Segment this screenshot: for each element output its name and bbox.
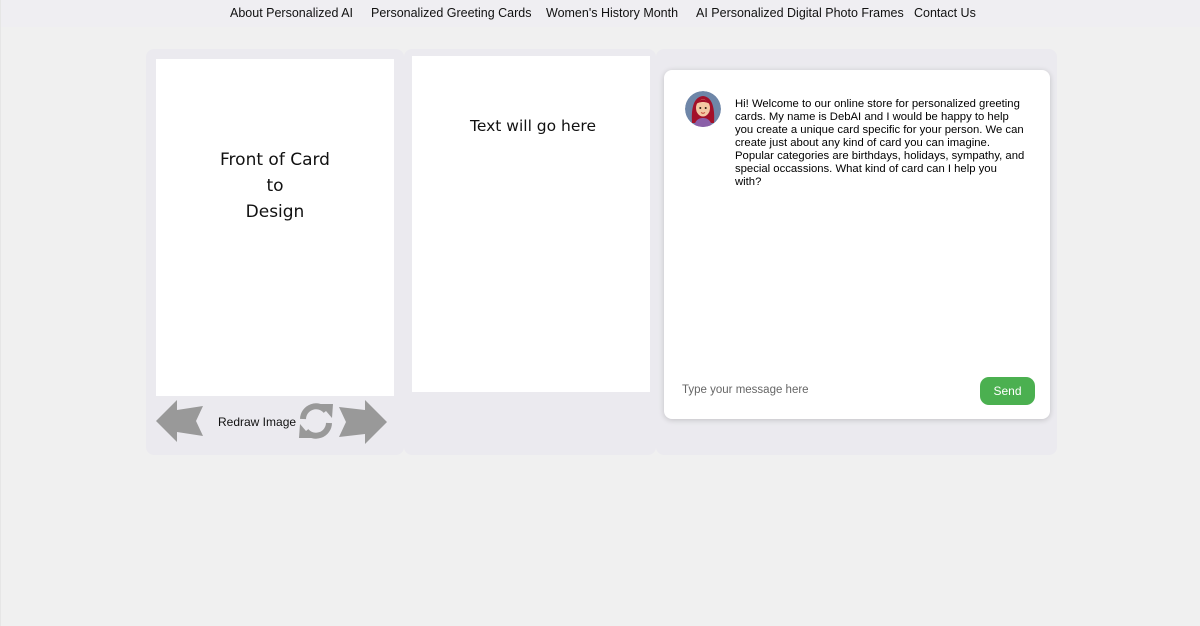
- card-inside-text: Text will go here: [470, 117, 596, 135]
- arrow-left-icon[interactable]: [156, 398, 204, 444]
- card-front-preview: Front of Card to Design: [156, 59, 394, 396]
- card-controls: Redraw Image: [156, 398, 394, 446]
- top-nav: About Personalized AI Personalized Greet…: [1, 0, 1200, 27]
- arrow-right-icon[interactable]: [338, 398, 388, 444]
- nav-about-personalized-ai[interactable]: About Personalized AI: [230, 6, 353, 20]
- send-button[interactable]: Send: [980, 377, 1035, 405]
- card-front-text: Front of Card to Design: [220, 150, 330, 222]
- refresh-icon[interactable]: [297, 401, 335, 441]
- card-inside-preview: Text will go here: [412, 56, 650, 392]
- assistant-avatar: [685, 91, 721, 127]
- chat-message-input[interactable]: [682, 380, 962, 400]
- nav-contact-us[interactable]: Contact Us: [914, 6, 976, 20]
- page: About Personalized AI Personalized Greet…: [0, 0, 1200, 626]
- redraw-image-label[interactable]: Redraw Image: [218, 415, 296, 429]
- chat-window: Hi! Welcome to our online store for pers…: [664, 70, 1050, 419]
- assistant-message: Hi! Welcome to our online store for pers…: [735, 98, 1025, 188]
- assistant-avatar-icon: [685, 91, 721, 127]
- nav-womens-history-month[interactable]: Women's History Month: [546, 6, 678, 20]
- nav-ai-photo-frames[interactable]: AI Personalized Digital Photo Frames: [696, 6, 904, 20]
- nav-personalized-greeting-cards[interactable]: Personalized Greeting Cards: [371, 6, 532, 20]
